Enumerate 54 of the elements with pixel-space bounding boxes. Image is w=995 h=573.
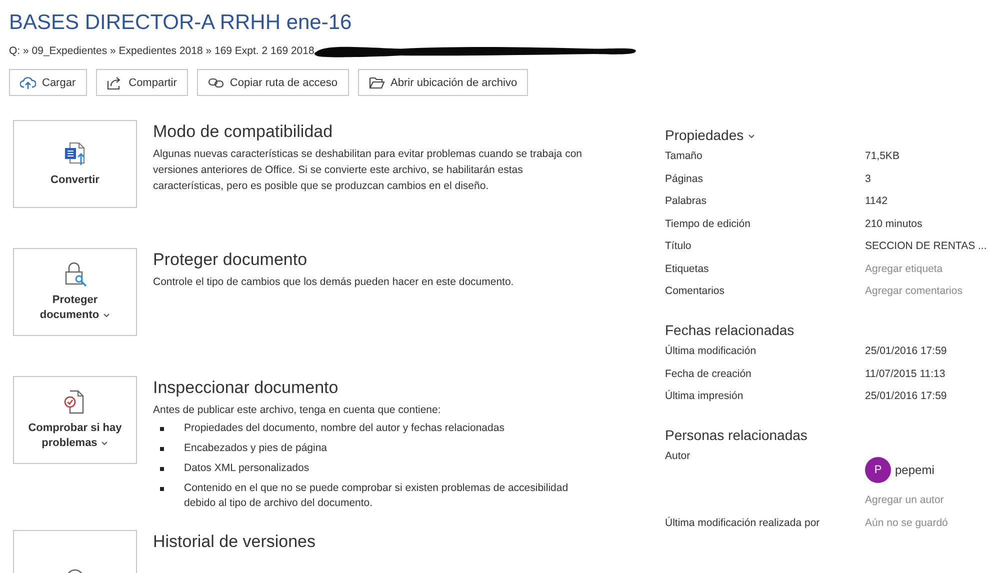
property-value: 25/01/2016 17:59 [865, 389, 947, 403]
property-value: 11/07/2015 11:13 [865, 366, 946, 380]
property-value: 71,5KB [865, 149, 900, 163]
link-icon [208, 76, 224, 90]
property-label: Autor [665, 449, 692, 464]
group-heading: Personas relacionadas [665, 427, 808, 443]
bullet-text: Contenido en el que no se puede comprobar si existen problemas de accesibilidad debido al tipo de archivo del documento. [184, 481, 570, 511]
property-value: 210 minutos [865, 216, 922, 230]
section-heading: Modo de compatibilidad [153, 121, 334, 143]
property-label: Etiquetas [665, 262, 710, 276]
bullet-icon [160, 427, 164, 431]
section-button[interactable]: Convertir [13, 120, 137, 208]
share-icon [106, 76, 123, 90]
section-heading: Proteger documento [153, 249, 308, 271]
property-value: 3 [865, 172, 871, 186]
property-label: Tiempo de edición [665, 216, 752, 230]
section-heading: Historial de versiones [153, 531, 317, 553]
group-heading: Fechas relacionadas [665, 322, 796, 338]
property-value: 1142 [865, 194, 888, 208]
bullet-text: Encabezados y pies de página [184, 441, 328, 456]
action-button[interactable]: Copiar ruta de acceso [196, 69, 349, 96]
bullet-text: Propiedades del documento, nombre del autor y fechas relacionadas [184, 421, 504, 436]
document-title: BASES DIRECTOR-A RRHH ene-16 [9, 10, 353, 36]
property-label: Última modificación realizada por [665, 516, 821, 530]
property-label: Fecha de creación [665, 366, 752, 380]
action-button[interactable]: Abrir ubicación de archivo [358, 69, 528, 96]
property-label: Palabras [665, 194, 708, 208]
section-button[interactable]: Comprobar si hay problemas [13, 376, 137, 464]
section-heading: Inspeccionar documento [153, 377, 340, 399]
property-label: Última modificación [665, 344, 758, 358]
section-description: Algunas nuevas características se deshabilitan para evitar problemas cuando se trabaja con versiones anteriores de Office. Si se convierte este archivo, se habilitarán estas características, pero es posible que se produzcan cambios en el diseño. [153, 147, 583, 194]
property-label: Última impresión [665, 389, 744, 403]
section-description: Controle el tipo de cambios que los demás pueden hacer en este documento. [153, 275, 515, 290]
property-value: SECCION DE RENTAS ... [865, 239, 987, 253]
property-value: Aún no se guardó [865, 516, 948, 530]
bullet-icon [160, 447, 164, 451]
author-name[interactable]: pepemi [895, 463, 934, 477]
property-label: Comentarios [665, 284, 726, 298]
action-button[interactable]: Cargar [9, 69, 87, 96]
bullet-icon [160, 467, 164, 471]
property-label: Páginas [665, 172, 704, 186]
bullet-icon [160, 487, 164, 491]
section-description: Antes de publicar este archivo, tenga en cuenta que contiene: [153, 403, 442, 418]
file-path: Q: » 09_Expedientes » Expedientes 2018 » 169 Expt. 2 169 2018 [9, 45, 314, 57]
property-label: Tamaño [665, 149, 704, 163]
action-button[interactable]: Compartir [96, 69, 188, 96]
author-avatar: P [865, 457, 891, 483]
bullet-text: Datos XML personalizados [184, 461, 310, 476]
property-value: 25/01/2016 17:59 [865, 344, 947, 358]
property-label: Título [665, 239, 692, 253]
folder-icon [368, 76, 385, 90]
group-heading[interactable]: Propiedades [665, 127, 985, 143]
cloud-upload-icon [20, 76, 36, 90]
section-button[interactable]: Proteger documento [13, 248, 137, 336]
